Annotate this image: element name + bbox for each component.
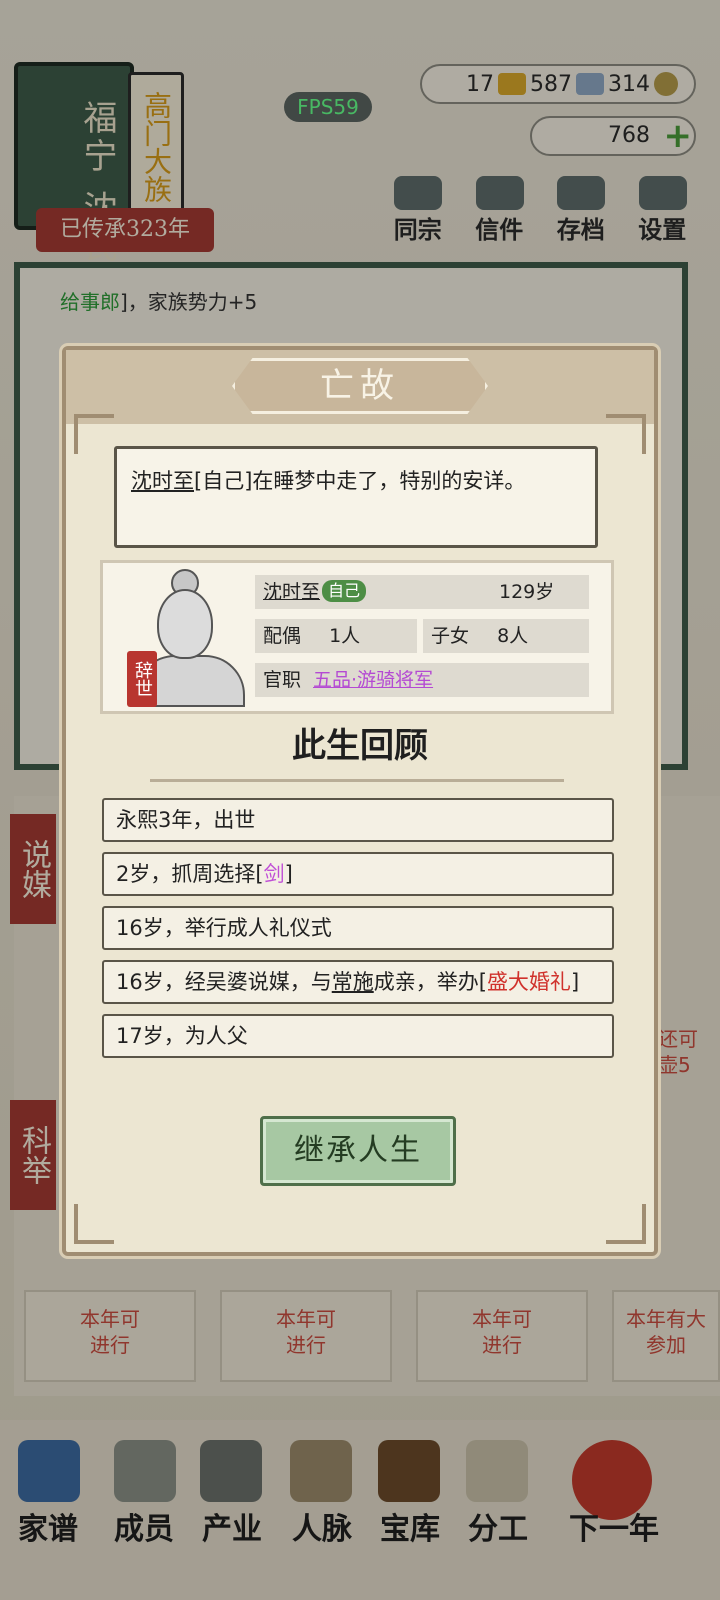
dialog-title: 亡故 — [232, 358, 488, 414]
retire-stamp: 辞世 — [127, 651, 157, 707]
title-divider — [150, 768, 564, 782]
list-item: 2岁，抓周选择[剑] — [102, 852, 614, 896]
death-message: 沈时至[自己]在睡梦中走了，特别的安详。 — [114, 446, 598, 548]
office-row: 官职 五品·游骑将军 — [255, 663, 589, 697]
spouse-row: 配偶 1人 — [255, 619, 417, 653]
corner-ornament — [606, 414, 646, 454]
list-item: 16岁，经吴婆说媒，与常施成亲，举办[盛大婚礼] — [102, 960, 614, 1004]
deceased-name-link[interactable]: 沈时至 — [131, 469, 194, 493]
inherit-life-button[interactable]: 继承人生 — [260, 1116, 456, 1186]
spouse-count: 1人 — [329, 625, 361, 647]
list-item: 16岁，举行成人礼仪式 — [102, 906, 614, 950]
life-review-title: 此生回顾 — [292, 726, 428, 766]
children-row: 子女 8人 — [423, 619, 589, 653]
profile-name-row: 沈时至 自己 129岁 — [255, 575, 589, 609]
life-review-list[interactable]: 永熙3年，出世 2岁，抓周选择[剑] 16岁，举行成人礼仪式 16岁，经吴婆说媒… — [102, 798, 614, 1072]
profile-name[interactable]: 沈时至 — [263, 581, 320, 603]
children-count: 8人 — [497, 625, 529, 647]
profile-card: 辞世 沈时至 自己 129岁 配偶 1人 子女 8人 官职 五品·游骑将军 — [100, 560, 614, 714]
profile-age: 129岁 — [499, 581, 555, 603]
elder-portrait: 辞世 — [113, 569, 253, 707]
office-link[interactable]: 五品·游骑将军 — [313, 669, 433, 691]
list-item: 永熙3年，出世 — [102, 798, 614, 842]
corner-ornament — [74, 1204, 114, 1244]
corner-ornament — [606, 1204, 646, 1244]
list-item: 17岁，为人父 — [102, 1014, 614, 1058]
self-badge: 自己 — [322, 580, 367, 602]
death-dialog: 亡故 沈时至[自己]在睡梦中走了，特别的安详。 辞世 沈时至 自己 129岁 配偶… — [62, 346, 658, 1256]
corner-ornament — [74, 414, 114, 454]
